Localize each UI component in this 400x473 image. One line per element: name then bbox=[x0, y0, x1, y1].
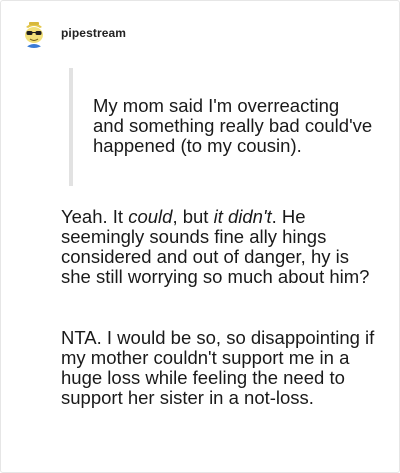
post-header: pipestream bbox=[19, 15, 126, 51]
emphasis-it-didnt: it didn't bbox=[213, 206, 272, 227]
reply-paragraph-2: NTA. I would be so, so disappointing if … bbox=[61, 327, 375, 408]
reply-text: Yeah. It bbox=[61, 206, 129, 227]
reply-text: , but bbox=[172, 206, 214, 227]
emphasis-could: could bbox=[128, 206, 173, 227]
blockquote: My mom said I'm overreacting and somethi… bbox=[69, 68, 372, 186]
frog-avatar-icon bbox=[19, 18, 49, 48]
quote-text: My mom said I'm overreacting and somethi… bbox=[93, 95, 373, 156]
username[interactable]: pipestream bbox=[61, 26, 126, 40]
reply-paragraph-1: Yeah. It could, but it didn't. He seemin… bbox=[61, 207, 379, 287]
avatar[interactable] bbox=[19, 18, 49, 48]
